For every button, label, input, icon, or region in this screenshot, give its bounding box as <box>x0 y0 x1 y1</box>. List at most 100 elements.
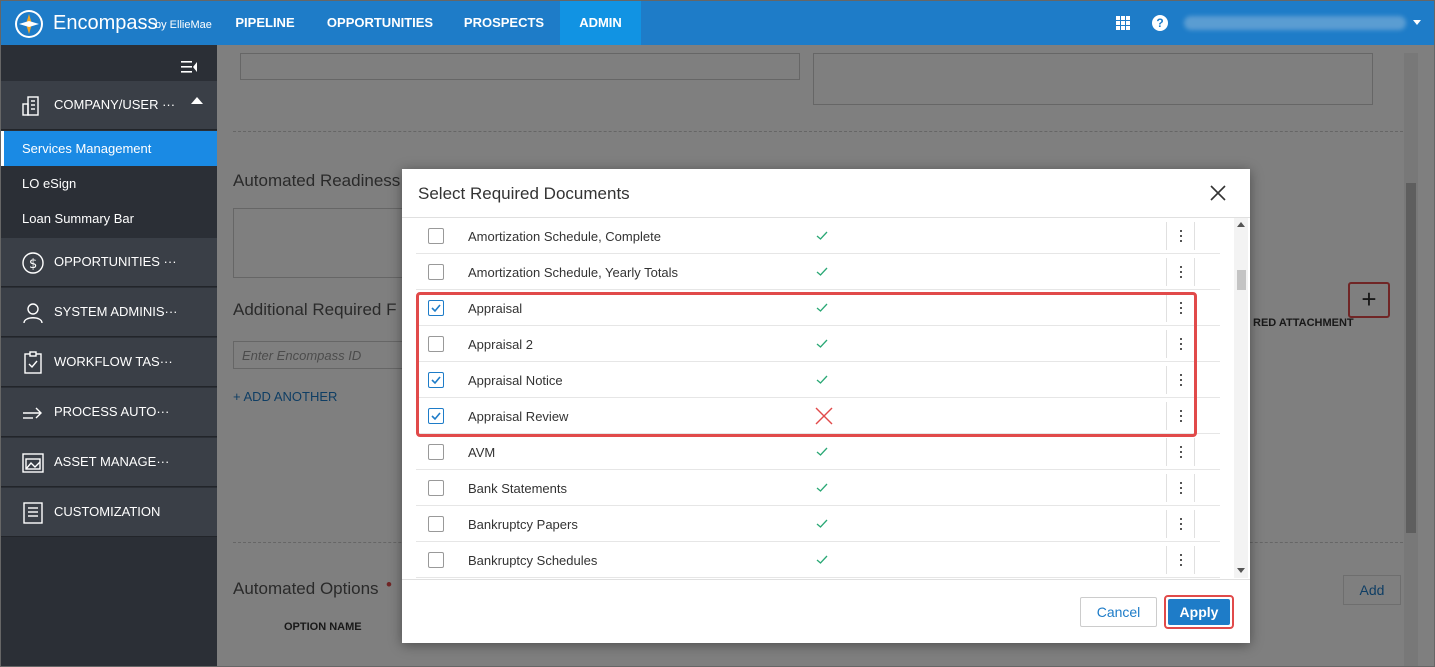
brand-name: Encompass <box>53 12 158 34</box>
sidebar-section-label: OPPORTUNITIES ··· <box>54 254 177 269</box>
dialog-title: Select Required Documents <box>418 184 630 203</box>
arrow-right-icon <box>21 401 45 425</box>
sidebar-section-label: PROCESS AUTO··· <box>54 404 170 419</box>
more-options-icon[interactable] <box>1174 300 1188 316</box>
nav-pipeline[interactable]: PIPELINE <box>223 1 307 45</box>
document-name: Appraisal Notice <box>468 373 563 388</box>
apply-button-label: Apply <box>1168 599 1230 625</box>
sidebar: COMPANY/USER ··· Services Management LO … <box>1 45 217 666</box>
sidebar-item-services-management[interactable]: Services Management <box>1 131 217 166</box>
document-row[interactable]: Amortization Schedule, Complete <box>416 218 1220 254</box>
cross-icon <box>814 406 834 426</box>
document-name: Appraisal <box>468 301 523 316</box>
document-checkbox[interactable] <box>428 228 444 244</box>
nav-prospects[interactable]: PROSPECTS <box>453 1 555 45</box>
document-checkbox[interactable] <box>428 264 444 280</box>
more-options-icon[interactable] <box>1174 336 1188 352</box>
sidebar-section-label: WORKFLOW TAS··· <box>54 354 173 369</box>
nav-admin[interactable]: ADMIN <box>560 1 641 45</box>
check-icon <box>814 480 830 496</box>
document-checkbox[interactable] <box>428 444 444 460</box>
document-row[interactable]: Bankruptcy Papers <box>416 506 1220 542</box>
more-options-icon[interactable] <box>1174 552 1188 568</box>
document-name: Appraisal 2 <box>468 337 534 352</box>
more-options-icon[interactable] <box>1174 408 1188 424</box>
document-name: AVM <box>468 445 496 460</box>
document-name: Amortization Schedule, Yearly Totals <box>468 265 679 280</box>
document-name: Bank Statements <box>468 481 567 496</box>
check-icon <box>814 300 830 316</box>
check-icon <box>814 372 830 388</box>
sidebar-section-company-user[interactable]: COMPANY/USER ··· <box>1 81 217 130</box>
more-options-icon[interactable] <box>1174 264 1188 280</box>
more-options-icon[interactable] <box>1174 516 1188 532</box>
building-icon <box>21 94 45 118</box>
brand-byline: by EllieMae <box>155 19 212 31</box>
chevron-up-icon[interactable] <box>191 97 203 104</box>
dollar-icon: $ <box>21 251 45 275</box>
sidebar-section-customization[interactable]: CUSTOMIZATION <box>1 488 217 537</box>
image-icon <box>21 451 45 475</box>
apps-grid-icon[interactable] <box>1116 16 1130 30</box>
document-name: Bankruptcy Papers <box>468 517 578 532</box>
compass-logo-icon <box>15 10 43 38</box>
help-icon[interactable]: ? <box>1152 15 1168 31</box>
sidebar-section-label: SYSTEM ADMINIS··· <box>54 304 178 319</box>
encompass-logo[interactable]: Encompass by EllieMae <box>15 9 215 39</box>
check-icon <box>814 444 830 460</box>
chevron-down-icon[interactable] <box>1413 20 1421 25</box>
more-options-icon[interactable] <box>1174 228 1188 244</box>
sidebar-section-label: CUSTOMIZATION <box>54 504 161 519</box>
document-checkbox[interactable] <box>428 336 444 352</box>
svg-text:$: $ <box>29 257 37 272</box>
list-icon <box>21 501 45 525</box>
document-checkbox[interactable] <box>428 300 444 316</box>
sidebar-section-asset-management[interactable]: ASSET MANAGE··· <box>1 438 217 487</box>
document-row[interactable]: Appraisal Notice <box>416 362 1220 398</box>
nav-opportunities[interactable]: OPPORTUNITIES <box>315 1 445 45</box>
document-row[interactable]: Appraisal <box>416 290 1220 326</box>
select-documents-dialog: Select Required Documents Amortization S… <box>402 169 1250 643</box>
document-checkbox[interactable] <box>428 516 444 532</box>
more-options-icon[interactable] <box>1174 444 1188 460</box>
app-window: Encompass by EllieMae PIPELINE OPPORTUNI… <box>0 0 1435 667</box>
top-nav-bar: Encompass by EllieMae PIPELINE OPPORTUNI… <box>1 1 1434 45</box>
check-icon <box>814 516 830 532</box>
check-icon <box>814 228 830 244</box>
document-checkbox[interactable] <box>428 372 444 388</box>
list-scrollbar[interactable] <box>1234 218 1248 578</box>
document-row[interactable]: Appraisal 2 <box>416 326 1220 362</box>
more-options-icon[interactable] <box>1174 480 1188 496</box>
apply-button[interactable]: Apply <box>1164 595 1234 629</box>
more-options-icon[interactable] <box>1174 372 1188 388</box>
document-name: Bankruptcy Schedules <box>468 553 598 568</box>
check-icon <box>814 336 830 352</box>
sidebar-item-loan-summary-bar[interactable]: Loan Summary Bar <box>1 201 217 236</box>
document-checkbox[interactable] <box>428 480 444 496</box>
sidebar-item-lo-esign[interactable]: LO eSign <box>1 166 217 201</box>
document-checkbox[interactable] <box>428 408 444 424</box>
document-name: Amortization Schedule, Complete <box>468 229 661 244</box>
check-icon <box>814 552 830 568</box>
sidebar-section-workflow-tasks[interactable]: WORKFLOW TAS··· <box>1 338 217 387</box>
user-icon <box>21 301 45 325</box>
document-row[interactable]: AVM <box>416 434 1220 470</box>
document-row[interactable]: Bank Statements <box>416 470 1220 506</box>
clipboard-check-icon <box>21 351 45 375</box>
cancel-button[interactable]: Cancel <box>1080 597 1157 627</box>
close-icon[interactable] <box>1208 183 1228 203</box>
document-row[interactable]: Amortization Schedule, Yearly Totals <box>416 254 1220 290</box>
document-row[interactable]: Bankruptcy Schedules <box>416 542 1220 578</box>
document-name: Appraisal Review <box>468 409 569 424</box>
sidebar-section-label: ASSET MANAGE··· <box>54 454 170 469</box>
sidebar-section-opportunities[interactable]: $ OPPORTUNITIES ··· <box>1 238 217 287</box>
documents-list: Amortization Schedule, Complete Amortizat… <box>416 218 1236 578</box>
sidebar-section-label: COMPANY/USER ··· <box>54 97 176 112</box>
sidebar-section-system-admin[interactable]: SYSTEM ADMINIS··· <box>1 288 217 337</box>
document-checkbox[interactable] <box>428 552 444 568</box>
user-menu[interactable] <box>1184 16 1406 30</box>
document-row[interactable]: Appraisal Review <box>416 398 1220 434</box>
check-icon <box>814 264 830 280</box>
collapse-sidebar-icon[interactable] <box>181 60 199 74</box>
sidebar-section-process-automation[interactable]: PROCESS AUTO··· <box>1 388 217 437</box>
